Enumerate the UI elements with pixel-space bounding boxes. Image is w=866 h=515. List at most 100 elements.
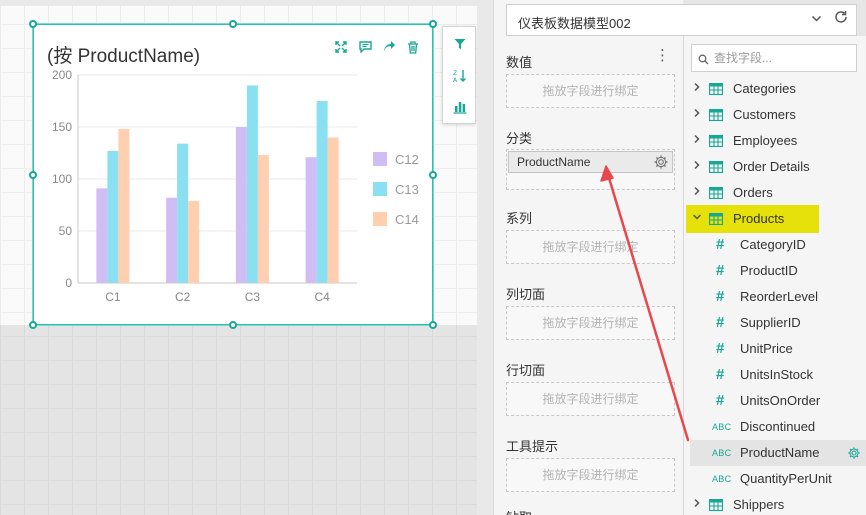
field-row-unitsonorder[interactable]: # UnitsOnOrder	[686, 388, 866, 414]
field-name: UnitPrice	[740, 341, 793, 356]
y-tick-label: 100	[52, 172, 72, 186]
number-type-icon: #	[716, 262, 725, 279]
section-drill-title: 钻取	[506, 507, 532, 515]
bar-c12-c1	[96, 188, 108, 283]
field-name: UnitsOnOrder	[740, 393, 821, 408]
table-icon	[708, 160, 724, 176]
table-row-orders[interactable]: Orders	[686, 180, 866, 206]
resize-handle-bl[interactable]	[29, 321, 37, 329]
resize-handle-r[interactable]	[429, 171, 437, 179]
bar-chart: 0 50 100 150 200 C1 C2 C3 C4 C12 C13 C14	[52, 68, 419, 304]
chevron-down-icon[interactable]	[692, 212, 702, 225]
bar-chart-icon[interactable]	[451, 98, 469, 116]
bar-c14-c3	[257, 155, 269, 283]
chevron-right-icon[interactable]	[692, 186, 702, 199]
field-search-box[interactable]	[691, 44, 857, 72]
bar-c13-c1	[107, 150, 119, 283]
field-row-categoryid[interactable]: # CategoryID	[686, 232, 866, 258]
table-row-customers[interactable]: Customers	[686, 102, 866, 128]
field-search-input[interactable]	[714, 49, 852, 67]
number-type-icon: #	[716, 288, 725, 305]
trash-icon[interactable]	[404, 38, 422, 56]
field-name: CategoryID	[740, 237, 806, 252]
table-row-order-details[interactable]: Order Details	[686, 154, 866, 180]
number-type-icon: #	[716, 366, 725, 383]
refresh-icon[interactable]	[834, 10, 848, 29]
field-row-unitsinstock[interactable]: # UnitsInStock	[686, 362, 866, 388]
resize-handle-br[interactable]	[429, 321, 437, 329]
widget-side-toolbar: ZA	[442, 26, 476, 124]
field-row-unitprice[interactable]: # UnitPrice	[686, 336, 866, 362]
field-name: ReorderLevel	[740, 289, 819, 304]
field-name: ProductID	[740, 263, 798, 278]
bar-c13-c3	[246, 85, 258, 284]
chevron-right-icon[interactable]	[692, 134, 702, 147]
table-name: Shippers	[733, 497, 785, 512]
field-row-quantityperunit[interactable]: ABC QuantityPerUnit	[686, 466, 866, 492]
svg-text:Z: Z	[453, 70, 457, 77]
bar-c12-c4	[305, 157, 317, 283]
row-slicer-dropzone[interactable]: 拖放字段进行绑定	[506, 382, 675, 416]
resize-handle-l[interactable]	[29, 171, 37, 179]
section-series-title: 系列	[506, 211, 533, 226]
number-type-icon: #	[716, 340, 725, 357]
chart-widget[interactable]: 0 50 100 150 200 C1 C2 C3 C4 C12 C13 C14 (按 Product…	[33, 24, 433, 325]
field-row-productid[interactable]: # ProductID	[686, 258, 866, 284]
table-name: Customers	[733, 107, 796, 122]
chevron-right-icon[interactable]	[692, 498, 702, 511]
table-icon	[708, 498, 724, 514]
field-row-discontinued[interactable]: ABC Discontinued	[686, 414, 866, 440]
section-values-title: 数值	[506, 55, 533, 70]
tooltip-dropzone[interactable]: 拖放字段进行绑定	[506, 458, 675, 492]
design-canvas[interactable]: 0 50 100 150 200 C1 C2 C3 C4 C12 C13 C14 (按 Product…	[0, 0, 493, 515]
comment-icon[interactable]	[356, 38, 374, 56]
number-type-icon: #	[716, 314, 725, 331]
values-dropzone[interactable]: 拖放字段进行绑定	[506, 74, 675, 108]
series-dropzone[interactable]: 拖放字段进行绑定	[506, 230, 675, 264]
svg-text:A: A	[453, 77, 458, 83]
col-slicer-dropzone[interactable]: 拖放字段进行绑定	[506, 306, 675, 340]
field-gear-icon[interactable]	[847, 446, 861, 465]
data-model-name: 仪表板数据模型002	[518, 16, 631, 31]
table-row-categories[interactable]: Categories	[686, 76, 866, 102]
chevron-right-icon[interactable]	[692, 160, 702, 173]
table-icon	[708, 134, 724, 150]
table-name: Products	[733, 211, 785, 226]
x-tick-label: C1	[105, 290, 121, 304]
legend-label: C14	[395, 212, 419, 227]
field-row-reorderlevel[interactable]: # ReorderLevel	[686, 284, 866, 310]
table-name: Categories	[733, 81, 796, 96]
legend-swatch	[373, 152, 387, 166]
chevron-right-icon[interactable]	[692, 108, 702, 121]
resize-handle-t[interactable]	[229, 20, 237, 28]
table-row-employees[interactable]: Employees	[686, 128, 866, 154]
expand-icon[interactable]	[332, 38, 350, 56]
resize-handle-tr[interactable]	[429, 20, 437, 28]
chevron-right-icon[interactable]	[692, 82, 702, 95]
table-row-products[interactable]: Products	[686, 206, 866, 232]
section-row-slicer-title: 行切面	[506, 363, 546, 378]
number-type-icon: #	[716, 392, 725, 409]
share-icon[interactable]	[380, 38, 398, 56]
table-name: Employees	[733, 133, 798, 148]
resize-handle-b[interactable]	[229, 321, 237, 329]
sort-icon[interactable]: ZA	[451, 67, 469, 85]
field-row-productname[interactable]: ABC ProductName	[686, 440, 866, 466]
more-options-icon[interactable]: ⋮	[655, 48, 670, 63]
legend-label: C13	[395, 182, 419, 197]
data-model-select[interactable]: 仪表板数据模型002	[506, 4, 857, 36]
field-name: UnitsInStock	[740, 367, 813, 382]
gear-icon[interactable]	[653, 154, 669, 175]
legend-swatch	[373, 182, 387, 196]
bar-c14-c4	[327, 137, 339, 283]
category-field-chip[interactable]: ProductName	[508, 151, 673, 173]
table-row-shippers[interactable]: Shippers	[686, 492, 866, 515]
bar-c12-c3	[235, 127, 247, 283]
field-row-supplierid[interactable]: # SupplierID	[686, 310, 866, 336]
chart-title: (按 ProductName)	[47, 46, 201, 67]
y-tick-label: 50	[59, 224, 73, 238]
filter-icon[interactable]	[451, 35, 469, 53]
resize-handle-tl[interactable]	[29, 20, 37, 28]
table-icon	[708, 186, 724, 202]
canvas-scrollbar[interactable]	[477, 0, 493, 515]
